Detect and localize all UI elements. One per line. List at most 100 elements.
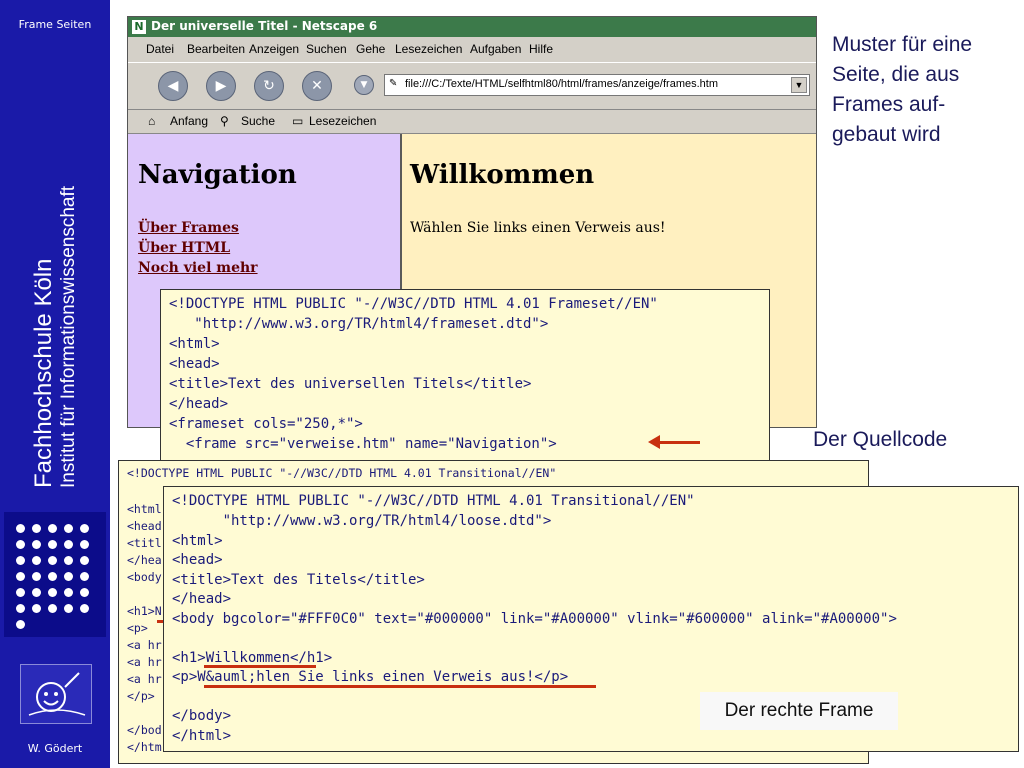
dot-decoration bbox=[32, 556, 41, 565]
dot-decoration bbox=[16, 588, 25, 597]
menu-suchen[interactable]: Suchen bbox=[306, 42, 347, 56]
code-line: </html> bbox=[172, 728, 232, 744]
menu-hilfe[interactable]: Hilfe bbox=[529, 42, 553, 56]
code-line: </bod bbox=[127, 723, 162, 737]
dot-decoration bbox=[80, 540, 89, 549]
back-arrow-icon[interactable]: ◀ bbox=[158, 71, 188, 101]
page-icon: ✎ bbox=[389, 78, 398, 89]
dot-decoration bbox=[48, 604, 57, 613]
menu-bearbeiten[interactable]: Bearbeiten bbox=[187, 42, 245, 56]
welcome-text: Wählen Sie links einen Verweis aus! bbox=[410, 220, 666, 236]
dot-decoration bbox=[64, 540, 73, 549]
code-line: <!DOCTYPE HTML PUBLIC "-//W3C//DTD HTML … bbox=[172, 493, 695, 509]
code-line: <title>Text des Titels</title> bbox=[172, 572, 425, 588]
url-dropdown-icon[interactable]: ▼ bbox=[791, 77, 807, 93]
code-line: <body bgcolor="#FFF0C0" text="#000000" l… bbox=[172, 611, 897, 627]
code-line: </head> bbox=[169, 396, 229, 412]
code-line: <!DOCTYPE HTML PUBLIC "-//W3C//DTD HTML … bbox=[127, 466, 557, 480]
institution-line2: Institut für Informationswissenschaft bbox=[58, 185, 79, 488]
netscape-icon: N bbox=[132, 20, 146, 34]
code-line: <!DOCTYPE HTML PUBLIC "-//W3C//DTD HTML … bbox=[169, 296, 658, 312]
institution-line1: Fachhochschule Köln bbox=[30, 258, 57, 488]
menu-gehe[interactable]: Gehe bbox=[356, 42, 385, 56]
dot-decoration bbox=[80, 572, 89, 581]
dot-decoration bbox=[32, 588, 41, 597]
menu-lesezeichen[interactable]: Lesezeichen bbox=[395, 42, 462, 56]
navigation-toolbar: ◀ ▶ ↻ ✕ ▼ ✎ file:///C:/Texte/HTML/selfht… bbox=[128, 62, 816, 110]
pattern-caption-line4: gebaut wird bbox=[832, 123, 941, 146]
code-line: <html> bbox=[172, 533, 223, 549]
personal-toolbar: ⌂ Anfang ⚲ Suche ▭ Lesezeichen bbox=[128, 109, 816, 134]
dot-decoration bbox=[80, 588, 89, 597]
dot-decoration bbox=[32, 524, 41, 533]
dot-decoration bbox=[48, 556, 57, 565]
home-icon: ⌂ bbox=[148, 114, 156, 128]
code-line: </htm bbox=[127, 740, 162, 754]
sidebar-top-label: Frame Seiten bbox=[18, 18, 92, 31]
dot-decoration bbox=[48, 524, 57, 533]
dot-decoration bbox=[48, 572, 57, 581]
underline-paragraph bbox=[204, 685, 596, 688]
menu-aufgaben[interactable]: Aufgaben bbox=[470, 42, 521, 56]
link-ueber-frames[interactable]: Über Frames bbox=[138, 220, 239, 236]
dot-pattern-decoration bbox=[4, 512, 106, 637]
navigation-heading: Navigation bbox=[138, 160, 297, 190]
underline-willkommen bbox=[204, 665, 316, 668]
search-button[interactable]: Suche bbox=[241, 114, 275, 128]
search-icon: ⚲ bbox=[220, 114, 229, 128]
menu-bar: Datei Bearbeiten Anzeigen Suchen Gehe Le… bbox=[128, 38, 816, 60]
pattern-caption-line1: Muster für eine bbox=[832, 33, 973, 56]
dot-decoration bbox=[32, 572, 41, 581]
code-line: "http://www.w3.org/TR/html4/loose.dtd"> bbox=[172, 513, 552, 529]
dot-decoration bbox=[64, 572, 73, 581]
welcome-heading: Willkommen bbox=[410, 160, 595, 190]
code-line: <head> bbox=[169, 356, 220, 372]
code-line: <html bbox=[127, 502, 162, 516]
arrow-left-icon bbox=[648, 435, 660, 449]
pattern-caption: Muster für eine Seite, die aus Frames au… bbox=[832, 30, 972, 150]
code-line: </head> bbox=[172, 591, 232, 607]
code-line: <body bbox=[127, 570, 162, 584]
dot-decoration bbox=[16, 620, 25, 629]
dot-decoration bbox=[64, 588, 73, 597]
title-bar: N Der universelle Titel - Netscape 6 bbox=[128, 17, 816, 37]
frameset-code-box: <!DOCTYPE HTML PUBLIC "-//W3C//DTD HTML … bbox=[160, 289, 770, 463]
dot-decoration bbox=[64, 524, 73, 533]
reload-icon[interactable]: ↻ bbox=[254, 71, 284, 101]
code-line: <a hr bbox=[127, 655, 162, 669]
dot-decoration bbox=[16, 524, 25, 533]
code-line: <h1>N bbox=[127, 604, 162, 618]
url-text: file:///C:/Texte/HTML/selfhtml80/html/fr… bbox=[405, 78, 718, 90]
menu-datei[interactable]: Datei bbox=[146, 42, 174, 56]
code-line: </body> bbox=[172, 708, 232, 724]
dot-decoration bbox=[32, 604, 41, 613]
code-line: <html> bbox=[169, 336, 220, 352]
code-line: <h1>Willkommen</h1> bbox=[172, 650, 333, 666]
code-line: <head> bbox=[172, 552, 223, 568]
dot-decoration bbox=[80, 524, 89, 533]
code-line: "http://www.w3.org/TR/html4/frameset.dtd… bbox=[169, 316, 549, 332]
forward-arrow-icon[interactable]: ▶ bbox=[206, 71, 236, 101]
dot-decoration bbox=[64, 556, 73, 565]
bookmarks-button[interactable]: Lesezeichen bbox=[309, 114, 376, 128]
code-line: </hea bbox=[127, 553, 162, 567]
link-noch-viel-mehr[interactable]: Noch viel mehr bbox=[138, 260, 258, 276]
source-code-caption: Der Quellcode bbox=[813, 428, 948, 451]
home-button[interactable]: Anfang bbox=[170, 114, 208, 128]
institution-label: Fachhochschule Köln Institut für Informa… bbox=[30, 186, 80, 488]
right-frame-caption: Der rechte Frame bbox=[700, 692, 898, 730]
dot-decoration bbox=[48, 540, 57, 549]
arrow-shaft bbox=[660, 441, 700, 444]
dot-decoration bbox=[80, 604, 89, 613]
search-dropdown-icon[interactable]: ▼ bbox=[354, 75, 374, 95]
menu-anzeigen[interactable]: Anzeigen bbox=[249, 42, 299, 56]
bookmarks-icon: ▭ bbox=[292, 114, 304, 128]
stop-icon[interactable]: ✕ bbox=[302, 71, 332, 101]
link-ueber-html[interactable]: Über HTML bbox=[138, 240, 230, 256]
dot-decoration bbox=[16, 556, 25, 565]
smiley-logo-icon bbox=[20, 664, 92, 724]
dot-decoration bbox=[16, 540, 25, 549]
dot-decoration bbox=[64, 604, 73, 613]
code-line: <titl bbox=[127, 536, 162, 550]
url-field[interactable]: ✎ file:///C:/Texte/HTML/selfhtml80/html/… bbox=[384, 74, 810, 96]
